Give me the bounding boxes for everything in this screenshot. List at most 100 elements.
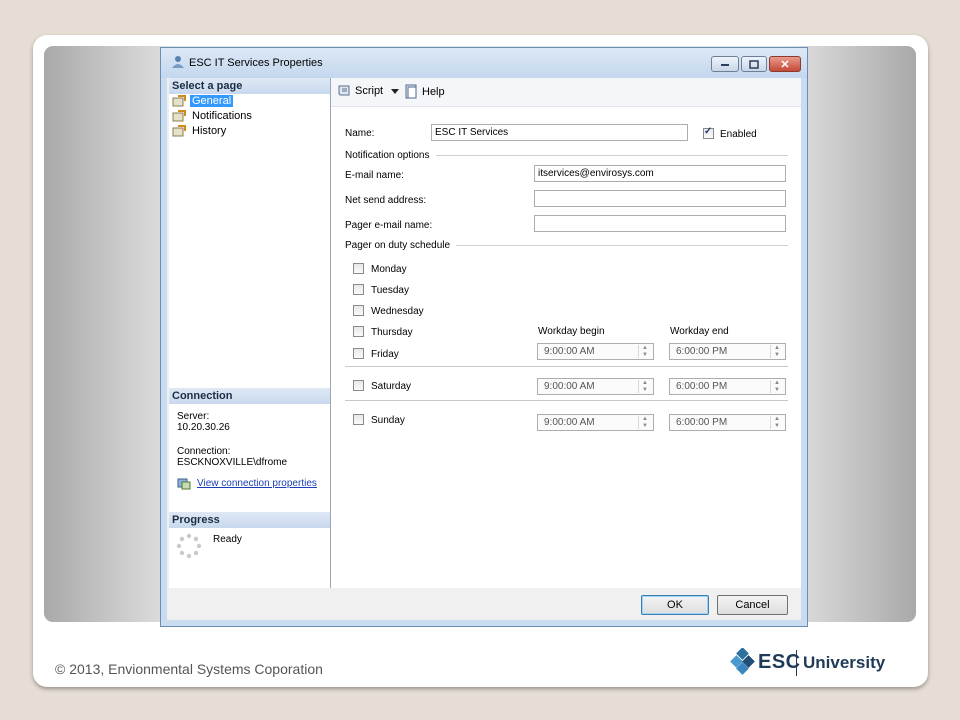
minimize-button[interactable] bbox=[711, 56, 739, 72]
sunday-label: Sunday bbox=[371, 415, 405, 426]
weekday-end-time[interactable]: 6:00:00 PM ▲ ▼ bbox=[669, 343, 786, 360]
properties-dialog: ESC IT Services Properties ✕ Select a pa… bbox=[160, 47, 808, 627]
dialog-body: Select a page General Notifications Hist… bbox=[167, 78, 801, 620]
sunday-begin-time[interactable]: 9:00:00 AM ▲ ▼ bbox=[537, 414, 654, 431]
group-divider bbox=[435, 155, 788, 156]
saturday-label: Saturday bbox=[371, 381, 412, 392]
page-general[interactable]: General bbox=[172, 94, 234, 108]
sunday-end-time[interactable]: 6:00:00 PM ▲ ▼ bbox=[669, 414, 786, 431]
connection-value: ESCKNOXVILLE\dfrome bbox=[177, 457, 288, 468]
saturday-end-time[interactable]: 6:00:00 PM ▲ ▼ bbox=[669, 378, 786, 395]
workday-begin-label: Workday begin bbox=[538, 326, 605, 337]
spinner-arrows-icon[interactable]: ▲ ▼ bbox=[638, 380, 652, 393]
minimize-icon bbox=[721, 64, 729, 66]
connection-label: Connection: bbox=[177, 446, 231, 457]
view-connection-link-row[interactable]: View connection properties bbox=[177, 477, 317, 490]
title-bar[interactable]: ESC IT Services Properties ✕ bbox=[161, 48, 807, 78]
server-label: Server: bbox=[177, 411, 210, 422]
wednesday-label: Wednesday bbox=[371, 306, 424, 317]
maximize-icon bbox=[749, 59, 759, 69]
chevron-down-icon bbox=[391, 88, 400, 94]
right-pane: Script Help Name: ESC IT Services Enable… bbox=[331, 78, 801, 588]
sunday-begin-value: 9:00:00 AM bbox=[544, 417, 595, 428]
saturday-checkbox[interactable] bbox=[353, 380, 364, 391]
friday-checkbox[interactable] bbox=[353, 348, 364, 359]
email-name-field[interactable]: itservices@envirosys.com bbox=[534, 165, 786, 182]
weekday-begin-time[interactable]: 9:00:00 AM ▲ ▼ bbox=[537, 343, 654, 360]
maximize-button[interactable] bbox=[741, 56, 767, 72]
monday-label: Monday bbox=[371, 264, 407, 275]
copyright-text: © 2013, Envionmental Systems Coporation bbox=[55, 661, 323, 677]
page-general-label: General bbox=[190, 95, 234, 107]
progress-header: Progress bbox=[169, 512, 330, 528]
saturday-end-value: 6:00:00 PM bbox=[676, 381, 728, 392]
enabled-checkbox[interactable] bbox=[703, 126, 714, 139]
pager-email-label: Pager e-mail name: bbox=[345, 220, 433, 231]
notification-options-label: Notification options bbox=[345, 150, 430, 161]
page-icon bbox=[172, 110, 186, 122]
name-field[interactable]: ESC IT Services bbox=[431, 124, 688, 141]
progress-spinner-icon bbox=[176, 533, 202, 559]
wednesday-checkbox[interactable] bbox=[353, 305, 364, 316]
spinner-arrows-icon[interactable]: ▲ ▼ bbox=[638, 416, 652, 429]
saturday-begin-time[interactable]: 9:00:00 AM ▲ ▼ bbox=[537, 378, 654, 395]
email-name-label: E-mail name: bbox=[345, 170, 404, 181]
close-icon: ✕ bbox=[780, 58, 790, 71]
connection-properties-icon bbox=[177, 478, 191, 490]
logo-university-text: University bbox=[803, 653, 886, 672]
enabled-label: Enabled bbox=[720, 129, 757, 140]
progress-status: Ready bbox=[213, 534, 242, 545]
script-label: Script bbox=[355, 85, 384, 97]
page-notifications-label: Notifications bbox=[192, 110, 252, 122]
pager-schedule-group: Pager on duty schedule bbox=[345, 240, 788, 251]
connection-header: Connection bbox=[169, 388, 330, 404]
saturday-begin-value: 9:00:00 AM bbox=[544, 381, 595, 392]
thursday-checkbox[interactable] bbox=[353, 326, 364, 337]
script-button[interactable]: Script bbox=[337, 84, 400, 98]
help-button[interactable]: Help bbox=[404, 84, 445, 99]
divider bbox=[345, 366, 788, 367]
workday-end-label: Workday end bbox=[670, 326, 729, 337]
divider bbox=[345, 400, 788, 401]
close-button[interactable]: ✕ bbox=[769, 56, 801, 72]
operator-icon bbox=[172, 56, 184, 68]
dialog-title: ESC IT Services Properties bbox=[189, 57, 323, 69]
spinner-arrows-icon[interactable]: ▲ ▼ bbox=[770, 416, 784, 429]
esc-university-logo: ESC University bbox=[730, 648, 885, 678]
tuesday-checkbox[interactable] bbox=[353, 284, 364, 295]
weekday-end-value: 6:00:00 PM bbox=[676, 346, 728, 357]
esc-logo-icon bbox=[730, 648, 755, 675]
group-divider bbox=[456, 245, 788, 246]
friday-label: Friday bbox=[371, 349, 399, 360]
thursday-label: Thursday bbox=[371, 327, 413, 338]
spinner-arrows-icon[interactable]: ▲ ▼ bbox=[770, 345, 784, 358]
page-icon bbox=[172, 125, 186, 137]
page-icon bbox=[172, 95, 186, 107]
view-connection-properties-link[interactable]: View connection properties bbox=[197, 478, 317, 489]
logo-esc-text: ESC bbox=[758, 651, 801, 673]
cancel-button[interactable]: Cancel bbox=[717, 595, 788, 615]
help-label: Help bbox=[422, 85, 445, 98]
pager-schedule-label: Pager on duty schedule bbox=[345, 240, 451, 251]
select-page-header: Select a page bbox=[169, 78, 330, 94]
net-send-label: Net send address: bbox=[345, 195, 427, 206]
monday-checkbox[interactable] bbox=[353, 263, 364, 274]
sunday-end-value: 6:00:00 PM bbox=[676, 417, 728, 428]
spinner-arrows-icon[interactable]: ▲ ▼ bbox=[638, 345, 652, 358]
script-icon bbox=[338, 85, 350, 96]
ok-button[interactable]: OK bbox=[641, 595, 709, 615]
page-notifications[interactable]: Notifications bbox=[172, 109, 254, 123]
pager-email-field[interactable] bbox=[534, 215, 786, 232]
page-history-label: History bbox=[192, 125, 227, 137]
spinner-arrows-icon[interactable]: ▲ ▼ bbox=[770, 380, 784, 393]
server-value: 10.20.30.26 bbox=[177, 422, 230, 433]
weekday-begin-value: 9:00:00 AM bbox=[544, 346, 595, 357]
logo-separator bbox=[796, 650, 797, 676]
left-pane: Select a page General Notifications Hist… bbox=[169, 78, 331, 588]
help-icon bbox=[405, 84, 417, 99]
toolbar: Script Help bbox=[331, 78, 801, 107]
notification-options-group: Notification options bbox=[345, 150, 788, 161]
page-history[interactable]: History bbox=[172, 124, 228, 138]
net-send-field[interactable] bbox=[534, 190, 786, 207]
sunday-checkbox[interactable] bbox=[353, 414, 364, 425]
